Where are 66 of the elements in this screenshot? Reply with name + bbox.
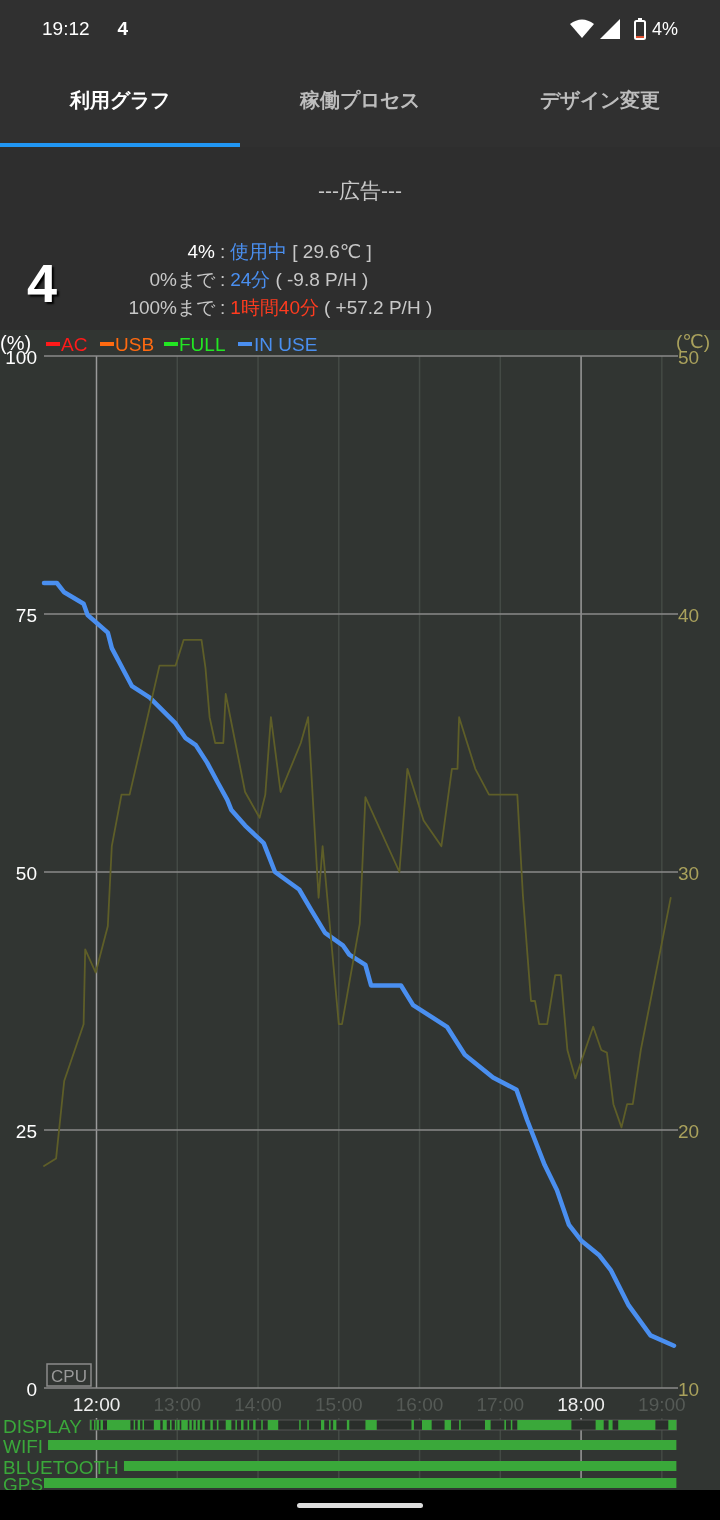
y2-tick-label: 40 (678, 605, 700, 626)
x-tick-label: 12:00 (72, 1394, 121, 1415)
ad-label: ---広告--- (318, 178, 402, 204)
cpu-label: CPU (46, 1363, 92, 1387)
home-indicator[interactable] (297, 1502, 423, 1508)
info-detail: ( +57.2 P/H ) (324, 296, 433, 319)
activity-bar (346, 1420, 350, 1430)
activity-bar (321, 1420, 325, 1430)
legend-label: FULL (179, 334, 226, 355)
activity-bar (444, 1420, 452, 1430)
y-tick-label: 50 (15, 863, 37, 884)
activity-bar (510, 1420, 513, 1430)
info-value: 24分 (230, 267, 271, 292)
activity-label: DISPLAY (3, 1416, 82, 1437)
info-detail: ( -9.8 P/H ) (275, 268, 369, 291)
colon: : (220, 268, 226, 291)
activity-bar (202, 1420, 205, 1430)
battery-percent: 4% (652, 18, 678, 40)
info-label: 4% (186, 240, 215, 263)
y2-axis-label: (℃) (676, 331, 710, 352)
battery-level-number: 4 (27, 251, 59, 314)
activity-bar (253, 1420, 256, 1430)
signal-icon (600, 19, 620, 39)
activity-bar (247, 1420, 250, 1430)
colon: : (220, 296, 226, 319)
legend-label: USB (115, 334, 155, 355)
activity-label: WIFI (3, 1436, 44, 1457)
y2-tick-label: 10 (678, 1379, 700, 1400)
tab[interactable]: 稼働プロセス (240, 58, 480, 147)
tab[interactable]: デザイン変更 (480, 58, 720, 147)
activity-bar (333, 1420, 337, 1430)
x-tick-label: 18:00 (557, 1394, 605, 1415)
activity-bar (517, 1420, 572, 1430)
info-label: 100%まで (127, 295, 215, 320)
colon: : (220, 240, 226, 263)
activity-bar (107, 1420, 131, 1430)
activity-bar (210, 1420, 213, 1430)
legend-label: AC (61, 334, 88, 355)
activity-bar (618, 1420, 656, 1430)
activity-bar (422, 1420, 432, 1430)
y-tick-label: 75 (15, 605, 37, 626)
info-detail: [ 29.6℃ ] (292, 239, 372, 263)
legend-swatch (238, 342, 252, 346)
activity-bar (216, 1420, 219, 1430)
activity-bar (595, 1420, 604, 1430)
activity-bar (484, 1420, 491, 1430)
activity-bar (411, 1420, 414, 1430)
y2-tick-label: 20 (678, 1121, 700, 1142)
info-label: 0%まで (148, 267, 215, 292)
activity-bar (365, 1420, 377, 1430)
activity-bar (241, 1420, 244, 1430)
legend-label: IN USE (254, 334, 318, 355)
tab[interactable]: 利用グラフ (0, 58, 240, 147)
activity-bar (267, 1420, 279, 1430)
y-tick-label: 0 (26, 1379, 37, 1400)
activity-bar (668, 1420, 677, 1430)
wifi-icon (570, 19, 594, 39)
y-tick-label: 25 (15, 1121, 37, 1142)
status-time: 19:12 (42, 18, 90, 40)
notification-number: 4 (117, 18, 129, 40)
info-value: 1時間40分 (230, 295, 319, 320)
activity-bar (608, 1420, 613, 1430)
activity-bar (225, 1420, 232, 1430)
y2-tick-label: 30 (678, 863, 700, 884)
info-value: 使用中 (230, 239, 288, 264)
battery-icon (634, 18, 646, 40)
